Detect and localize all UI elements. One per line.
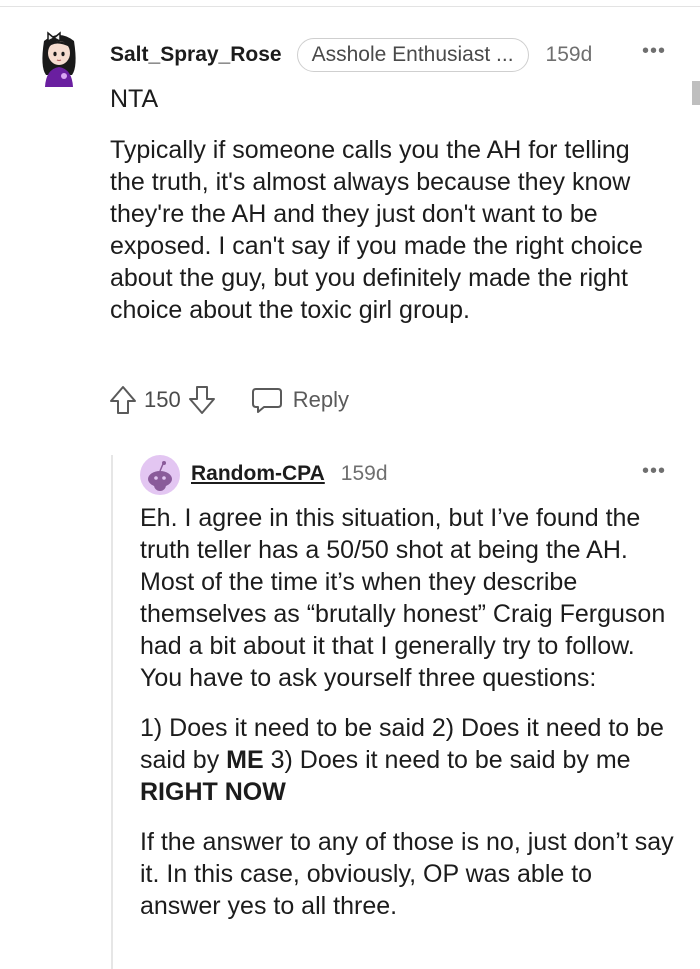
comment-actions: 150 Reply [108,384,349,416]
speech-bubble-icon [251,388,282,413]
reply-username[interactable]: Random-CPA [191,462,325,486]
reply-paragraph-2: 1) Does it need to be said 2) Does it ne… [140,712,675,808]
comment-thread: Salt_Spray_Rose Asshole Enthusiast ... 1… [0,0,700,969]
snoo-avatar-icon [140,455,180,495]
reply-more-options-icon[interactable]: ••• [642,460,666,483]
reply-bold-text: ME [226,746,264,774]
reply-label: Reply [292,387,349,412]
reply-timestamp: 159d [340,462,388,485]
reply-meta: Random-CPA 159d [191,458,388,490]
user-flair[interactable]: Asshole Enthusiast ... [296,38,529,72]
upvote-button[interactable] [108,384,138,416]
thread-line[interactable] [111,455,113,969]
comment-meta: Salt_Spray_Rose Asshole Enthusiast ... 1… [110,37,592,73]
divider [0,6,700,7]
arrow-up-icon [110,386,136,414]
timestamp: 159d [545,43,593,66]
username[interactable]: Salt_Spray_Rose [110,43,282,67]
reply-paragraph-1: Eh. I agree in this situation, but I’ve … [140,504,666,692]
user-avatar[interactable] [34,27,84,89]
reply-bold-text: RIGHT NOW [140,778,286,806]
vote-count: 150 [144,387,181,412]
reply-text-segment: 3) Does it need to be said by me [263,746,631,774]
comment-body: Typically if someone calls you the AH fo… [110,136,643,324]
cartoon-girl-avatar-icon [42,31,76,87]
reply-body: Eh. I agree in this situation, but I’ve … [140,502,675,940]
downvote-button[interactable] [187,384,217,416]
reply-paragraph-3: If the answer to any of those is no, jus… [140,828,674,920]
scrollbar-thumb[interactable] [692,81,700,105]
comment-verdict: NTA [110,85,159,113]
reply-user-avatar[interactable] [140,455,180,495]
more-options-icon[interactable]: ••• [642,40,666,63]
reply-button[interactable]: Reply [251,385,349,415]
arrow-down-icon [188,386,215,414]
